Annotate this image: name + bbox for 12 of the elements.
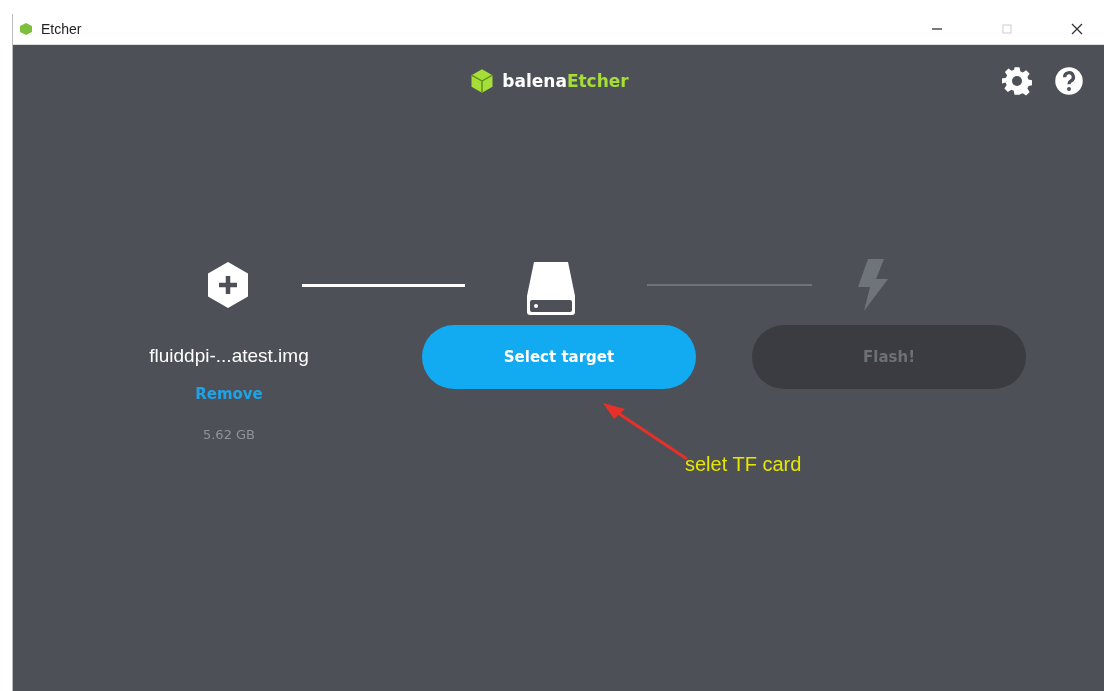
- remove-link[interactable]: Remove: [195, 385, 263, 403]
- window-title: Etcher: [41, 21, 82, 37]
- help-icon[interactable]: [1054, 66, 1084, 96]
- image-file-name: fluiddpi-...atest.img: [149, 345, 309, 367]
- close-icon[interactable]: [1070, 22, 1084, 36]
- settings-icon[interactable]: [1002, 66, 1032, 96]
- annotation-text: selet TF card: [685, 453, 802, 476]
- select-target-button[interactable]: Select target: [422, 325, 696, 389]
- drive-icon: [525, 260, 577, 316]
- cube-icon: [19, 22, 33, 36]
- app-logo-text: balenaEtcher: [502, 71, 629, 91]
- image-size: 5.62 GB: [202, 427, 256, 442]
